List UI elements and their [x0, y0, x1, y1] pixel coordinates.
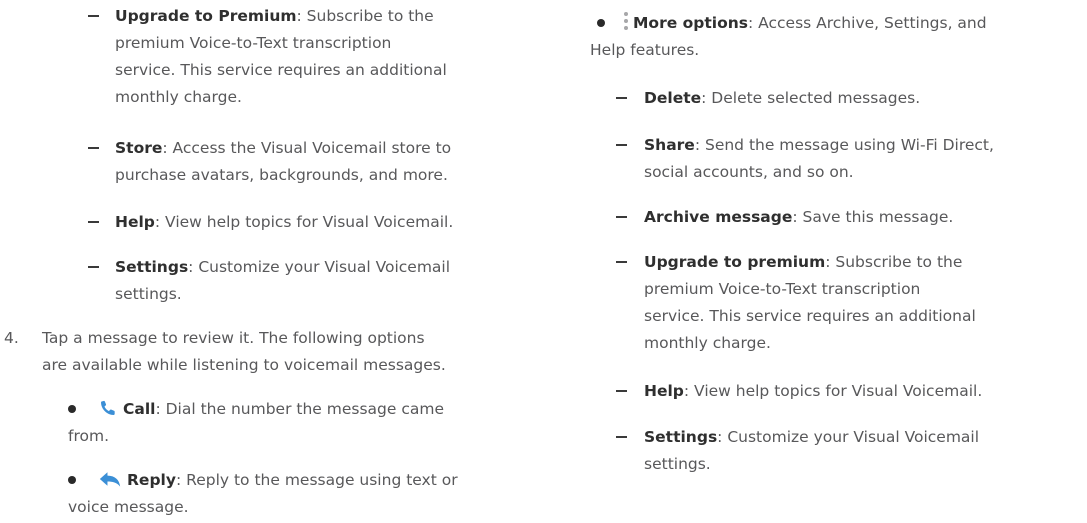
desc-text: : Customize your Visual Voicemail: [717, 428, 980, 446]
desc-text: premium Voice-to-Text transcription: [644, 280, 921, 298]
bullet-marker: [597, 19, 605, 27]
dash-marker: [616, 261, 627, 263]
dash-marker: [88, 266, 99, 268]
desc-text: social accounts, and so on.: [644, 163, 854, 181]
dash-marker: [616, 436, 627, 438]
step-text: are available while listening to voicema…: [42, 356, 446, 374]
term-label: Settings: [644, 428, 718, 446]
desc-text: settings.: [115, 285, 182, 303]
desc-text: monthly charge.: [115, 88, 242, 106]
dash-marker: [616, 390, 627, 392]
desc-text: service. This service requires an additi…: [115, 61, 447, 79]
desc-text: : Reply to the message using text or: [175, 471, 458, 489]
term-label: Store: [115, 139, 163, 157]
desc-text: : Access the Visual Voicemail store to: [162, 139, 452, 157]
reply-icon: [99, 470, 121, 494]
term-label: More options: [633, 14, 749, 32]
term-label: Reply: [127, 471, 176, 489]
term-label: Call: [123, 400, 156, 418]
dash-marker: [88, 15, 99, 17]
desc-text: service. This service requires an additi…: [644, 307, 976, 325]
bullet-marker: [68, 476, 76, 484]
desc-text: : Dial the number the message came: [155, 400, 444, 418]
dash-marker: [616, 144, 627, 146]
desc-text: premium Voice-to-Text transcription: [115, 34, 392, 52]
desc-text: : View help topics for Visual Voicemail.: [154, 213, 454, 231]
dash-marker: [88, 147, 99, 149]
desc-text: purchase avatars, backgrounds, and more.: [115, 166, 448, 184]
term-label: Upgrade to premium: [644, 253, 826, 271]
dash-marker: [616, 97, 627, 99]
desc-text: : Send the message using Wi-Fi Direct,: [694, 136, 994, 154]
desc-text: : Subscribe to the: [825, 253, 963, 271]
term-label: Upgrade to Premium: [115, 7, 297, 25]
dash-marker: [88, 221, 99, 223]
bullet-marker: [68, 405, 76, 413]
term-label: Help: [644, 382, 684, 400]
term-label: Archive message: [644, 208, 793, 226]
desc-text: : View help topics for Visual Voicemail.: [683, 382, 983, 400]
desc-text: : Save this message.: [792, 208, 954, 226]
term-label: Delete: [644, 89, 702, 107]
step-number: 4.: [4, 329, 19, 347]
desc-text: monthly charge.: [644, 334, 771, 352]
desc-text: settings.: [644, 455, 711, 473]
term-label: Help: [115, 213, 155, 231]
dash-marker: [616, 216, 627, 218]
desc-text: Help features.: [590, 41, 700, 59]
desc-text: : Customize your Visual Voicemail: [188, 258, 451, 276]
desc-text: voice message.: [68, 498, 189, 516]
term-label: Settings: [115, 258, 189, 276]
desc-text: : Access Archive, Settings, and: [748, 14, 987, 32]
phone-icon: [99, 399, 117, 423]
desc-text: : Delete selected messages.: [701, 89, 921, 107]
more-options-icon: [623, 12, 629, 31]
term-label: Share: [644, 136, 695, 154]
step-text: Tap a message to review it. The followin…: [42, 329, 425, 347]
desc-text: : Subscribe to the: [296, 7, 434, 25]
desc-text: from.: [68, 427, 109, 445]
